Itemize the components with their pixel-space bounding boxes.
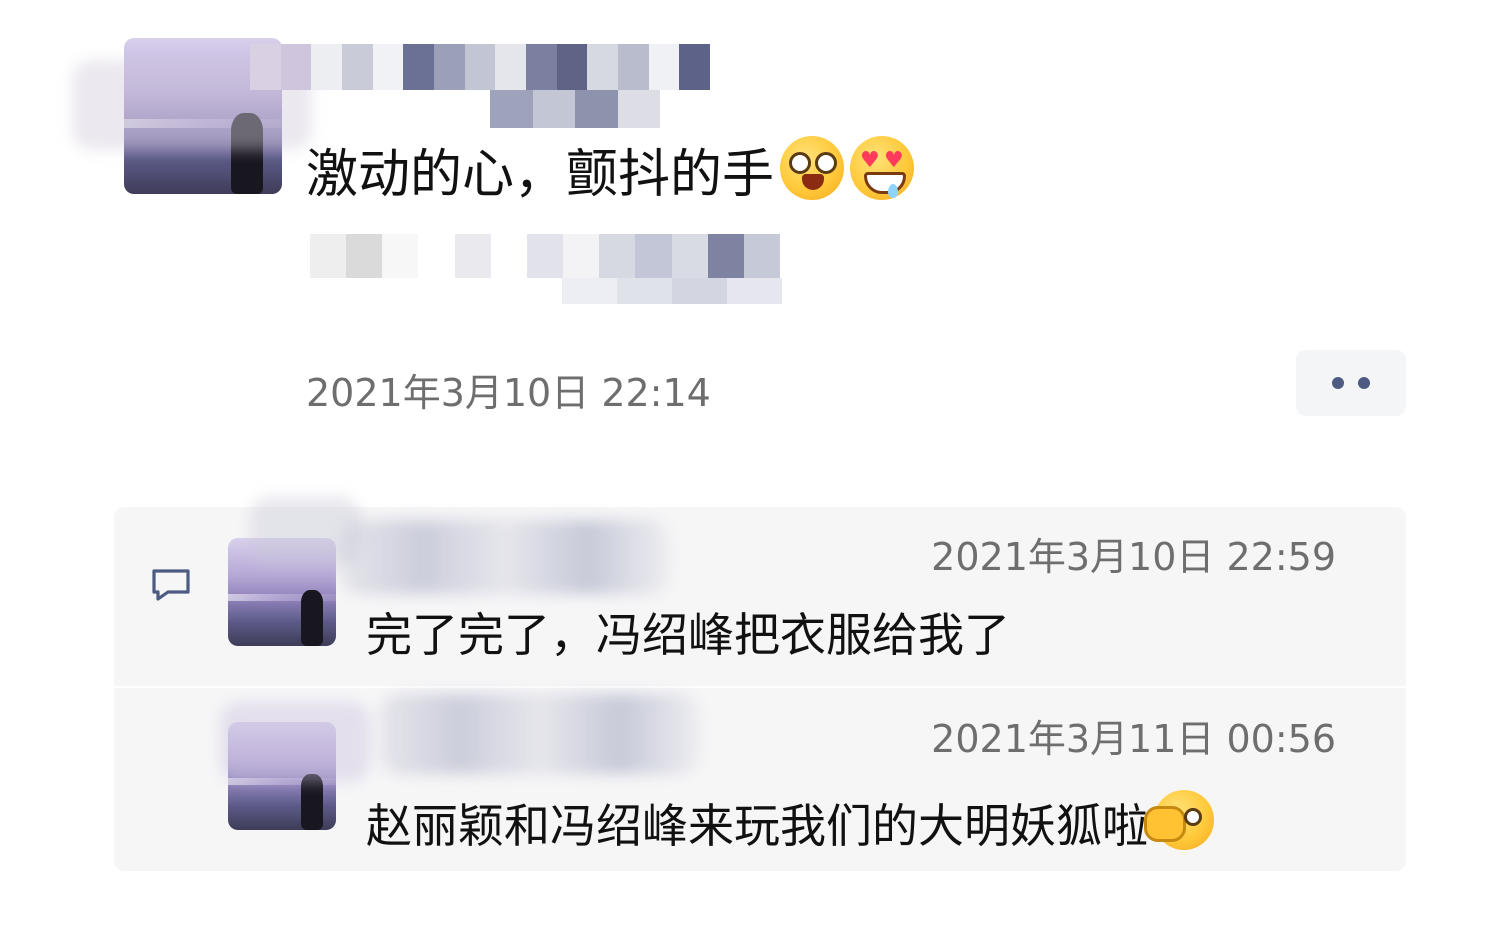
comment-text: 完了完了，冯绍峰把衣服给我了 (366, 608, 1010, 662)
post-timestamp: 2021年3月10日 22:14 (306, 371, 711, 415)
comment-text-content: 赵丽颖和冯绍峰来玩我们的大明妖狐啦 (366, 799, 1148, 853)
comment-divider (114, 686, 1406, 688)
more-dots-icon (1358, 377, 1370, 389)
comment-text: 赵丽颖和冯绍峰来玩我们的大明妖狐啦 (366, 790, 1214, 855)
post-text: 激动的心，颤抖的手 ♥ ♥ (306, 136, 915, 207)
more-options-button[interactable] (1296, 350, 1406, 416)
avatar-figure (301, 773, 324, 830)
heart-eyes-drool-emoji-icon: ♥ ♥ (850, 136, 915, 200)
comment-timestamp: 2021年3月11日 00:56 (931, 717, 1336, 761)
comment-timestamp: 2021年3月10日 22:59 (931, 535, 1336, 579)
avatar-figure (301, 589, 324, 646)
moments-page: 激动的心，颤抖的手 ♥ ♥ 2021年3月10日 22:14 2021年3月10日 (0, 0, 1494, 952)
star-struck-emoji-icon (780, 136, 845, 200)
comment-icon (152, 569, 190, 601)
ok-wink-emoji-icon (1144, 790, 1214, 850)
more-dots-icon (1332, 377, 1344, 389)
post-text-content: 激动的心，颤抖的手 (306, 145, 775, 205)
